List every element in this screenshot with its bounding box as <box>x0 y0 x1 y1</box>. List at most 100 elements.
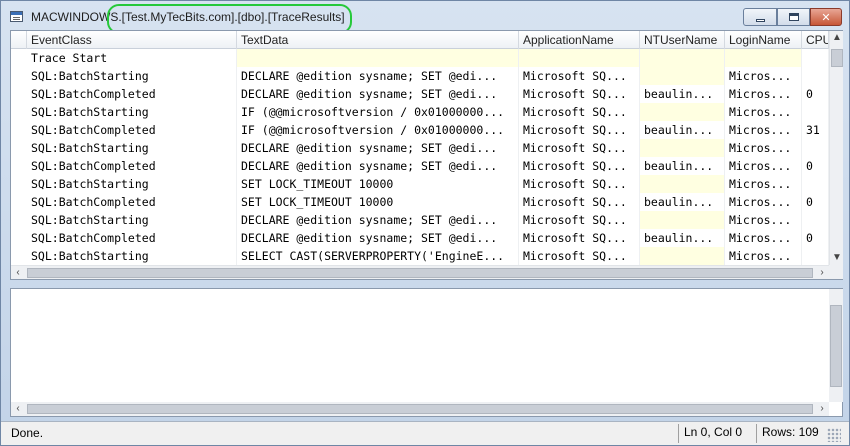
cell-cpu[interactable] <box>802 175 829 193</box>
table-row[interactable]: SQL:BatchStarting IF (@@microsoftversion … <box>11 103 829 121</box>
cell-cpu[interactable] <box>802 247 829 265</box>
cell-applicationname[interactable] <box>519 49 640 67</box>
cell-loginname[interactable]: Micros... <box>725 157 802 175</box>
cell-loginname[interactable]: Micros... <box>725 211 802 229</box>
cell-cpu[interactable] <box>802 211 829 229</box>
cell-textdata[interactable]: DECLARE @edition sysname; SET @edi... <box>237 67 519 85</box>
cell-applicationname[interactable]: Microsoft SQ... <box>519 175 640 193</box>
details-vertical-scrollbar[interactable] <box>829 289 843 402</box>
cell-loginname[interactable]: Micros... <box>725 175 802 193</box>
grid-vertical-scrollbar[interactable]: ▲ ▼ <box>829 31 843 265</box>
table-row[interactable]: SQL:BatchCompleted DECLARE @edition sysna… <box>11 229 829 247</box>
cell-ntusername[interactable] <box>640 139 725 157</box>
scroll-left-icon[interactable]: ‹ <box>11 266 25 280</box>
event-details-pane[interactable]: ‹ › <box>10 288 843 417</box>
grid-horizontal-scroll-thumb[interactable] <box>27 268 813 278</box>
cell-textdata[interactable]: SET LOCK_TIMEOUT 10000 <box>237 193 519 211</box>
column-header-ntusername[interactable]: NTUserName <box>640 31 725 49</box>
column-header-eventclass[interactable]: EventClass <box>27 31 237 49</box>
close-button[interactable]: ✕ <box>810 8 842 26</box>
row-selector[interactable] <box>11 247 27 265</box>
minimize-button[interactable] <box>743 8 777 26</box>
row-selector[interactable] <box>11 229 27 247</box>
row-selector[interactable] <box>11 193 27 211</box>
table-row[interactable]: SQL:BatchStarting DECLARE @edition sysnam… <box>11 211 829 229</box>
cell-applicationname[interactable]: Microsoft SQ... <box>519 121 640 139</box>
cell-cpu[interactable] <box>802 49 829 67</box>
grid-horizontal-scrollbar[interactable]: ‹ › <box>11 265 829 279</box>
cell-ntusername[interactable] <box>640 103 725 121</box>
cell-cpu[interactable] <box>802 139 829 157</box>
table-row[interactable]: SQL:BatchStarting SELECT CAST(SERVERPROPE… <box>11 247 829 265</box>
details-vertical-scroll-thumb[interactable] <box>830 305 842 387</box>
cell-eventclass[interactable]: Trace Start <box>27 49 237 67</box>
cell-applicationname[interactable]: Microsoft SQ... <box>519 193 640 211</box>
cell-ntusername[interactable] <box>640 247 725 265</box>
scroll-down-icon[interactable]: ▼ <box>830 251 844 265</box>
cell-textdata[interactable]: IF (@@microsoftversion / 0x01000000... <box>237 121 519 139</box>
cell-ntusername[interactable] <box>640 211 725 229</box>
cell-eventclass[interactable]: SQL:BatchCompleted <box>27 121 237 139</box>
cell-ntusername[interactable]: beaulin... <box>640 193 725 211</box>
cell-eventclass[interactable]: SQL:BatchCompleted <box>27 85 237 103</box>
table-row[interactable]: Trace Start <box>11 49 829 67</box>
cell-eventclass[interactable]: SQL:BatchStarting <box>27 139 237 157</box>
grid-vertical-scroll-thumb[interactable] <box>831 49 843 67</box>
cell-cpu[interactable]: 0 <box>802 157 829 175</box>
cell-ntusername[interactable]: beaulin... <box>640 229 725 247</box>
cell-applicationname[interactable]: Microsoft SQ... <box>519 103 640 121</box>
cell-cpu[interactable] <box>802 67 829 85</box>
column-header-applicationname[interactable]: ApplicationName <box>519 31 640 49</box>
title-bar[interactable]: MACWINDOWS.[Test.MyTecBits.com].[dbo].[T… <box>1 1 849 34</box>
cell-loginname[interactable]: Micros... <box>725 85 802 103</box>
row-selector[interactable] <box>11 175 27 193</box>
details-horizontal-scroll-thumb[interactable] <box>27 404 813 414</box>
table-row[interactable]: SQL:BatchCompleted IF (@@microsoftversion… <box>11 121 829 139</box>
cell-applicationname[interactable]: Microsoft SQ... <box>519 211 640 229</box>
row-selector[interactable] <box>11 67 27 85</box>
row-selector[interactable] <box>11 121 27 139</box>
window-icon[interactable] <box>10 11 23 22</box>
table-row[interactable]: SQL:BatchCompleted DECLARE @edition sysna… <box>11 157 829 175</box>
cell-loginname[interactable]: Micros... <box>725 103 802 121</box>
column-header-textdata[interactable]: TextData <box>237 31 519 49</box>
cell-textdata[interactable]: DECLARE @edition sysname; SET @edi... <box>237 85 519 103</box>
scroll-right-icon[interactable]: › <box>815 266 829 280</box>
cell-ntusername[interactable]: beaulin... <box>640 85 725 103</box>
cell-textdata[interactable]: DECLARE @edition sysname; SET @edi... <box>237 229 519 247</box>
cell-applicationname[interactable]: Microsoft SQ... <box>519 229 640 247</box>
cell-ntusername[interactable] <box>640 175 725 193</box>
trace-grid[interactable]: EventClass TextData ApplicationName NTUs… <box>10 30 843 280</box>
cell-eventclass[interactable]: SQL:BatchStarting <box>27 103 237 121</box>
cell-applicationname[interactable]: Microsoft SQ... <box>519 157 640 175</box>
table-row[interactable]: SQL:BatchCompleted SET LOCK_TIMEOUT 10000… <box>11 193 829 211</box>
cell-eventclass[interactable]: SQL:BatchCompleted <box>27 157 237 175</box>
row-selector[interactable] <box>11 211 27 229</box>
cell-textdata[interactable] <box>237 49 519 67</box>
cell-ntusername[interactable] <box>640 67 725 85</box>
cell-textdata[interactable]: DECLARE @edition sysname; SET @edi... <box>237 157 519 175</box>
cell-eventclass[interactable]: SQL:BatchCompleted <box>27 193 237 211</box>
cell-textdata[interactable]: DECLARE @edition sysname; SET @edi... <box>237 139 519 157</box>
cell-cpu[interactable]: 0 <box>802 193 829 211</box>
column-header-loginname[interactable]: LoginName <box>725 31 802 49</box>
cell-ntusername[interactable] <box>640 49 725 67</box>
cell-eventclass[interactable]: SQL:BatchStarting <box>27 67 237 85</box>
cell-eventclass[interactable]: SQL:BatchStarting <box>27 175 237 193</box>
cell-loginname[interactable]: Micros... <box>725 121 802 139</box>
table-row[interactable]: SQL:BatchCompleted DECLARE @edition sysna… <box>11 85 829 103</box>
table-row[interactable]: SQL:BatchStarting DECLARE @edition sysnam… <box>11 67 829 85</box>
cell-textdata[interactable]: IF (@@microsoftversion / 0x01000000... <box>237 103 519 121</box>
cell-applicationname[interactable]: Microsoft SQ... <box>519 247 640 265</box>
row-selector[interactable] <box>11 139 27 157</box>
cell-eventclass[interactable]: SQL:BatchStarting <box>27 211 237 229</box>
cell-textdata[interactable]: DECLARE @edition sysname; SET @edi... <box>237 211 519 229</box>
cell-loginname[interactable]: Micros... <box>725 229 802 247</box>
row-selector[interactable] <box>11 103 27 121</box>
row-selector[interactable] <box>11 49 27 67</box>
maximize-button[interactable] <box>777 8 810 26</box>
table-row[interactable]: SQL:BatchStarting DECLARE @edition sysnam… <box>11 139 829 157</box>
cell-ntusername[interactable]: beaulin... <box>640 121 725 139</box>
cell-cpu[interactable]: 0 <box>802 229 829 247</box>
cell-applicationname[interactable]: Microsoft SQ... <box>519 139 640 157</box>
